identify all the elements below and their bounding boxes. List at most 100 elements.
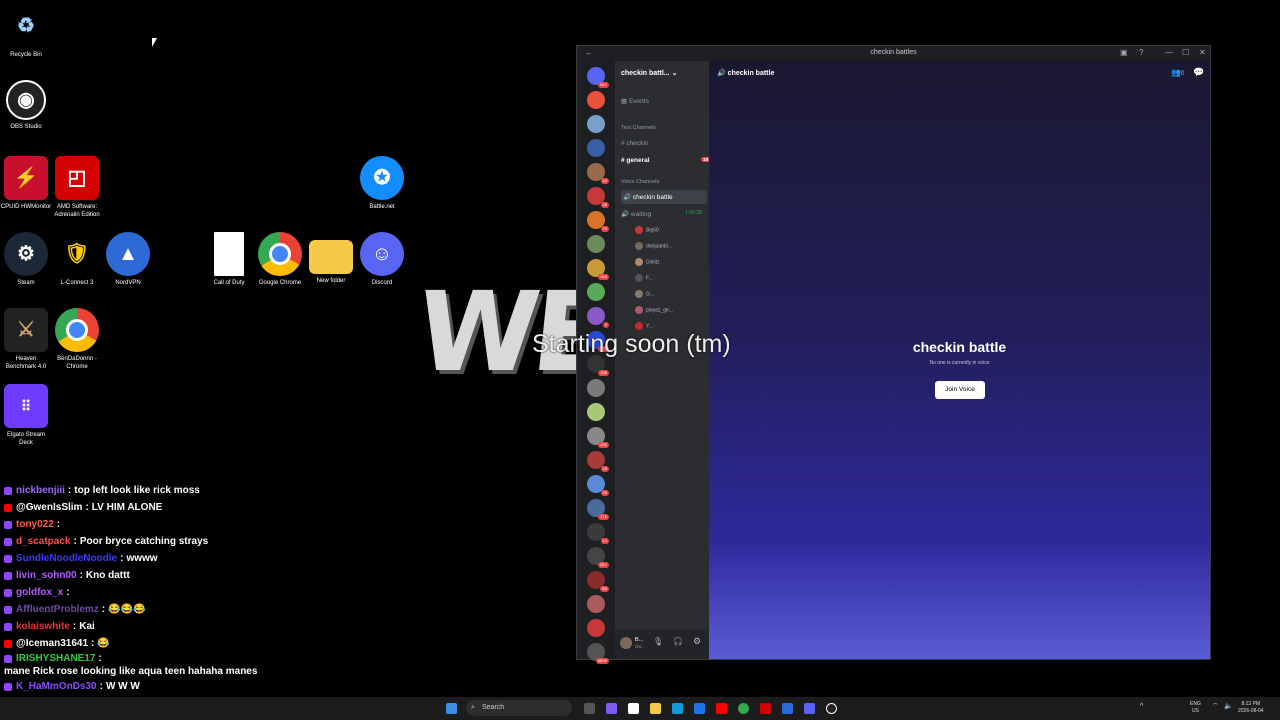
server-icon[interactable]: 70 [587,211,609,232]
server-badge: 1K+ [597,82,609,88]
server-icon[interactable] [587,595,605,613]
starting-soon-overlay: Starting soon (tm) [532,330,731,358]
close-icon[interactable]: ✕ [1199,48,1206,57]
microphone-icon[interactable]: 🎙 [653,637,663,646]
tray-chevron-icon[interactable]: ^ [1140,703,1143,710]
settings-gear-icon[interactable]: ⚙ [693,636,701,647]
category-text-channels[interactable]: Text Channels [621,125,656,131]
voice-channel-checkin-battle[interactable]: 🔊 checkin battle [621,190,707,204]
server-icon[interactable]: 20 [587,475,609,496]
start-icon[interactable] [446,703,457,714]
voice-user[interactable]: donjuanbl... [635,242,672,250]
taskbar-search[interactable]: ⌕ Search [466,700,572,716]
chat-separator: : [120,553,124,564]
server-icon[interactable] [587,619,605,637]
category-voice-channels[interactable]: Voice Channels [621,179,659,185]
voice-user[interactable]: Y... [635,322,653,330]
desktop-icon-steam[interactable]: ⚙ Steam [0,232,52,287]
nordvpn-icon[interactable] [782,703,793,714]
file-explorer-icon[interactable] [650,703,661,714]
minimize-icon[interactable]: — [1165,48,1173,57]
voice-channel-view: 🔊 checkin battle 👥0 💬 checkin battle No … [709,61,1210,659]
server-icon[interactable]: 23 [587,451,609,472]
server-icon[interactable]: SB [587,571,609,592]
voice-user[interactable]: Big50 [635,226,659,234]
server-icon[interactable]: 292 [587,427,609,448]
server-icon[interactable]: NEW [587,643,609,664]
voice-user[interactable]: playaz_ge... [635,306,673,314]
desktop-icon-amd[interactable]: ◰ AMD Software: Adrenalin Edition [51,156,103,219]
chat-message: livin_sohn00: Kno dattt [4,567,324,584]
desktop-icon-bendadonnn-chrome[interactable]: BenDaDonnn - Chrome [51,308,103,371]
amd-icon[interactable] [760,703,771,714]
edge-icon[interactable] [672,703,683,714]
task-view-icon[interactable] [584,703,595,714]
avatar[interactable] [620,637,632,649]
avatar [635,242,643,250]
chat-message: IRISHYSHANE17: mane Rick rose looking lik… [4,652,324,678]
help-icon[interactable]: ? [1139,48,1143,57]
channel-general[interactable]: # general 18 [621,157,711,164]
obs-icon[interactable] [826,703,837,714]
desktop-icon-obs[interactable]: ◉ OBS Studio [0,80,52,131]
desktop-icon-discord[interactable]: ☺ Discord [356,232,408,287]
server-icon[interactable]: 26 [587,187,609,208]
server-icon[interactable]: 14 [587,523,609,544]
server-icon[interactable] [587,379,605,397]
inbox-icon[interactable]: ▣ [1120,48,1128,57]
chat-message: kolaiswhite: Kai [4,618,324,635]
desktop-icon-nordvpn[interactable]: ▲ NordVPN [102,232,154,287]
server-name[interactable]: checkin battl... ⌄ [621,69,677,77]
voice-user[interactable]: Dskitz [635,258,660,266]
server-icon[interactable]: 1K+ [587,547,609,568]
app-icon-1[interactable] [606,703,617,714]
server-icon[interactable] [587,115,605,133]
channel-checkin[interactable]: # checkin [621,140,648,147]
volume-icon[interactable]: 🔈 [1224,703,1233,710]
discord-titlebar[interactable]: ← checkin battles ▣ ? — ☐ ✕ [577,46,1210,61]
server-icon[interactable]: 1K+ [587,67,609,88]
app-icon-2[interactable] [628,703,639,714]
avatar [635,258,643,266]
chrome-icon[interactable] [738,703,749,714]
desktop-icon-new-folder[interactable]: New folder [305,232,357,285]
desktop-icon-streamdeck[interactable]: ⠿ Elgato Stream Deck [0,384,52,447]
voice-user[interactable]: G... [635,290,654,298]
desktop-icon-call-of-duty[interactable]: Call of Duty [203,232,255,287]
headphones-icon[interactable]: 🎧 [673,637,683,646]
server-icon[interactable] [587,283,605,301]
chat-message: K_HaMmOnDs30: W W W [4,678,324,695]
app-icon-3[interactable] [694,703,705,714]
avatar [635,290,643,298]
desktop-icon-chrome[interactable]: Google Chrome [254,232,306,287]
desktop-icon-lconnect[interactable]: 🛡 L-Connect 3 [51,232,103,287]
server-icon[interactable] [587,403,605,421]
server-badge: 316 [598,274,609,280]
chat-username: SundleNoodleNoodle [16,553,118,564]
youtube-icon[interactable] [716,703,727,714]
server-icon[interactable]: 10 [587,163,609,184]
maximize-icon[interactable]: ☐ [1182,48,1189,57]
server-icon[interactable] [587,139,605,157]
join-voice-button[interactable]: Join Voice [935,381,985,399]
chat-separator: : [91,638,95,649]
server-icon[interactable] [587,91,605,109]
desktop-icon-heaven[interactable]: ⚔ Heaven Benchmark 4.0 [0,308,52,371]
wifi-icon[interactable]: ⌔ [1212,703,1219,710]
chat-bubble-icon[interactable]: 💬 [1193,67,1204,78]
events-item[interactable]: ▦ Events [621,97,649,105]
desktop-icon-hwmonitor[interactable]: ⚡ CPUID HWMonitor [0,156,52,211]
server-icon[interactable]: 316 [587,259,609,280]
discord-icon[interactable] [804,703,815,714]
server-icon[interactable]: 176 [587,499,609,520]
server-badge: 23 [600,466,609,472]
server-icon[interactable] [587,235,605,253]
members-icon[interactable]: 👥0 [1171,68,1184,77]
voice-user[interactable]: F... [635,274,653,282]
voice-channel-waiting[interactable]: 🔊 waiting 1:45:28 [621,210,702,218]
language-indicator[interactable]: ENG US [1190,701,1201,715]
server-icon[interactable]: 1 [587,307,609,328]
desktop-icon-battlenet[interactable]: ✪ Battle.net [356,156,408,211]
clock[interactable]: 8:13 PM 2026-08-04 [1238,701,1264,715]
desktop-icon-recycle-bin[interactable]: ♻ Recycle Bin [0,4,52,59]
